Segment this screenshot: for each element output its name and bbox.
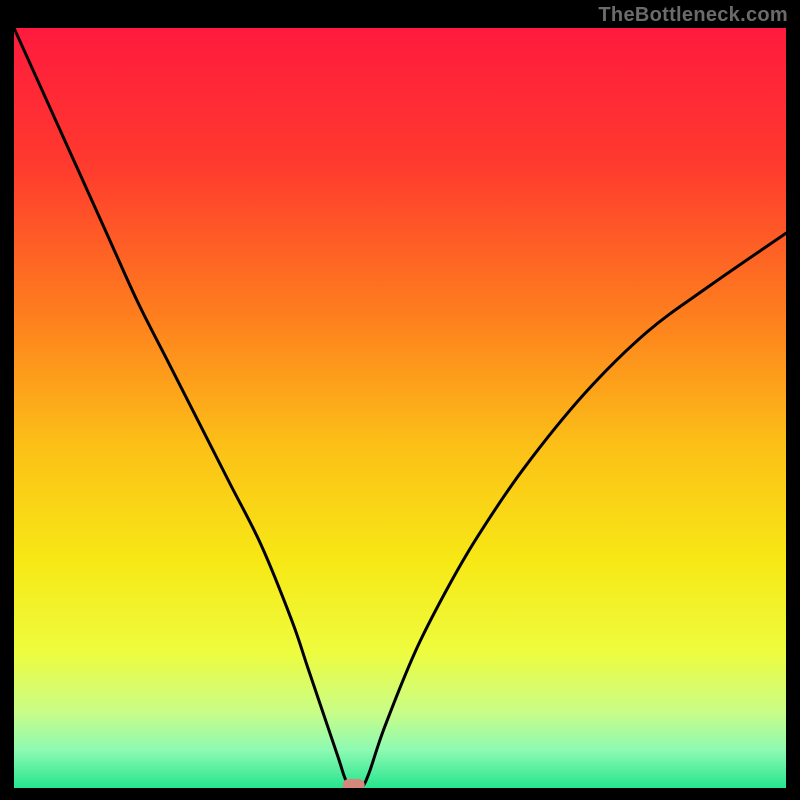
- bottleneck-chart: [14, 28, 786, 788]
- chart-frame: TheBottleneck.com: [0, 0, 800, 800]
- plot-area: [14, 28, 786, 788]
- watermark-text: TheBottleneck.com: [598, 4, 788, 27]
- gradient-background: [14, 28, 786, 788]
- minimum-marker: [343, 779, 365, 788]
